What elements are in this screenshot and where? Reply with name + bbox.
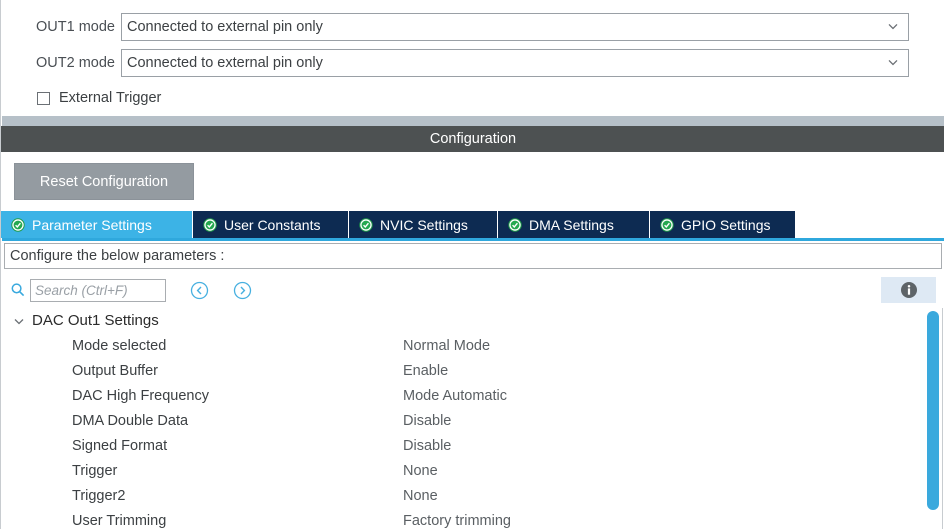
param-name: Trigger	[72, 462, 118, 479]
param-name: Mode selected	[72, 337, 167, 354]
external-trigger-label: External Trigger	[59, 90, 162, 106]
tab-label: Parameter Settings	[32, 216, 152, 233]
green-check-icon	[359, 217, 373, 232]
parameter-tree: DAC Out1 Settings Mode selected Normal M…	[3, 308, 943, 529]
tab-user-constants[interactable]: User Constants	[193, 211, 349, 238]
out1-mode-value: Connected to external pin only	[127, 19, 323, 35]
tab-label: User Constants	[224, 216, 321, 233]
out2-mode-row: OUT2 mode Connected to external pin only	[1, 49, 909, 77]
panel-divider	[2, 116, 944, 126]
param-value[interactable]: Mode Automatic	[403, 388, 507, 404]
green-check-icon	[660, 217, 674, 232]
tab-label: GPIO Settings	[681, 216, 771, 233]
table-row[interactable]: DMA Double Data Disable	[3, 408, 943, 433]
external-trigger-row[interactable]: External Trigger	[37, 88, 161, 108]
table-row[interactable]: Trigger2 None	[3, 483, 943, 508]
info-icon	[900, 281, 918, 299]
param-value[interactable]: Normal Mode	[403, 338, 490, 354]
param-value[interactable]: Disable	[403, 438, 451, 454]
reset-configuration-label: Reset Configuration	[39, 173, 169, 190]
tab-label: NVIC Settings	[380, 216, 468, 233]
tab-nvic-settings[interactable]: NVIC Settings	[349, 211, 498, 238]
out2-mode-label: OUT2 mode	[36, 55, 115, 71]
tab-gpio-settings[interactable]: GPIO Settings	[650, 211, 796, 238]
configure-hint-bar: Configure the below parameters :	[4, 243, 942, 269]
search-row	[10, 277, 252, 303]
param-value[interactable]: Factory trimming	[403, 513, 511, 529]
out-mode-panel: OUT1 mode Connected to external pin only…	[1, 0, 944, 116]
configure-hint-text: Configure the below parameters :	[10, 248, 225, 264]
search-input[interactable]	[30, 278, 166, 302]
tab-underline	[2, 238, 944, 241]
dac-configuration-panel: OUT1 mode Connected to external pin only…	[0, 0, 944, 529]
green-check-icon	[508, 217, 522, 232]
external-trigger-checkbox[interactable]	[37, 91, 50, 105]
param-name: User Trimming	[72, 512, 167, 529]
search-icon[interactable]	[10, 282, 26, 298]
green-check-icon	[203, 217, 217, 232]
param-name: DAC High Frequency	[72, 387, 209, 404]
tab-parameter-settings[interactable]: Parameter Settings	[1, 211, 193, 238]
chevron-down-icon	[887, 20, 899, 32]
param-value[interactable]: Disable	[403, 413, 451, 429]
out2-mode-value: Connected to external pin only	[127, 55, 323, 71]
vertical-scrollbar-thumb[interactable]	[927, 311, 939, 510]
info-button[interactable]	[881, 277, 936, 303]
table-row[interactable]: Mode selected Normal Mode	[3, 333, 943, 358]
param-name: Signed Format	[72, 437, 168, 454]
chevron-down-icon	[887, 56, 899, 68]
chevron-down-icon[interactable]	[12, 314, 26, 328]
param-name: DMA Double Data	[72, 412, 189, 429]
out1-mode-row: OUT1 mode Connected to external pin only	[1, 13, 909, 41]
param-value[interactable]: None	[403, 463, 438, 479]
table-row[interactable]: Signed Format Disable	[3, 433, 943, 458]
configuration-header: Configuration	[1, 126, 944, 152]
out1-mode-label: OUT1 mode	[36, 19, 115, 35]
tree-group-label: DAC Out1 Settings	[32, 312, 159, 329]
circle-arrow-left-icon[interactable]	[190, 281, 209, 300]
tab-label: DMA Settings	[529, 216, 614, 233]
settings-tabstrip: Parameter Settings User Constants NVIC S…	[1, 211, 944, 238]
out2-mode-dropdown[interactable]: Connected to external pin only	[121, 49, 909, 77]
tree-group-dac-out1-settings[interactable]: DAC Out1 Settings	[3, 308, 943, 333]
table-row[interactable]: Output Buffer Enable	[3, 358, 943, 383]
table-row[interactable]: Trigger None	[3, 458, 943, 483]
table-row[interactable]: User Trimming Factory trimming	[3, 508, 943, 529]
out1-mode-dropdown[interactable]: Connected to external pin only	[121, 13, 909, 41]
green-check-icon	[11, 217, 25, 232]
reset-configuration-button[interactable]: Reset Configuration	[14, 163, 194, 200]
circle-arrow-right-icon[interactable]	[233, 281, 252, 300]
panel-right-edge	[942, 308, 943, 529]
tab-dma-settings[interactable]: DMA Settings	[498, 211, 650, 238]
param-name: Output Buffer	[72, 362, 158, 379]
param-name: Trigger2	[72, 487, 126, 504]
param-value[interactable]: None	[403, 488, 438, 504]
param-value[interactable]: Enable	[403, 363, 448, 379]
configuration-title: Configuration	[429, 131, 517, 147]
table-row[interactable]: DAC High Frequency Mode Automatic	[3, 383, 943, 408]
